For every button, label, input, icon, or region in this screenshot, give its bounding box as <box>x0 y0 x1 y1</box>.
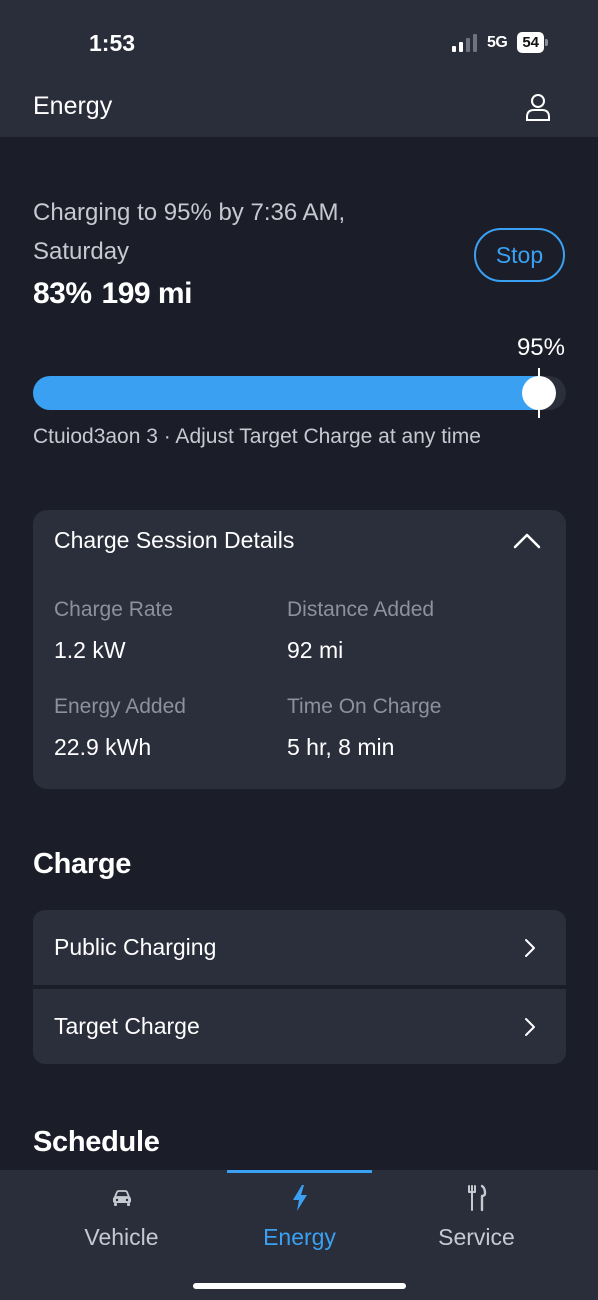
battery-level: 54 <box>517 32 544 53</box>
range-miles: 199 mi <box>101 277 193 310</box>
public-charging-row[interactable]: Public Charging <box>33 910 566 985</box>
slider-thumb[interactable] <box>522 376 556 410</box>
nav-service-label: Service <box>438 1224 515 1250</box>
lightning-icon <box>292 1185 307 1211</box>
charge-rate-value: 1.2 kW <box>54 637 126 663</box>
schedule-section-title: Schedule <box>33 1126 160 1158</box>
stop-charging-button[interactable]: Stop <box>474 228 565 282</box>
battery-icon: 54 <box>517 32 548 53</box>
nav-service[interactable]: Service <box>404 1170 549 1270</box>
network-type: 5G <box>486 33 508 51</box>
time-on-charge-label: Time On Charge <box>287 695 442 718</box>
energy-added-label: Energy Added <box>54 695 186 718</box>
nav-vehicle[interactable]: Vehicle <box>49 1170 194 1270</box>
top-panel: 1:53 5G 54 Energy <box>0 0 598 137</box>
energy-added-value: 22.9 kWh <box>54 734 152 760</box>
page-title: Energy <box>33 92 113 120</box>
nav-energy-label: Energy <box>263 1224 336 1250</box>
car-icon <box>112 1190 131 1206</box>
tools-icon <box>467 1184 486 1212</box>
distance-added-value: 92 mi <box>287 637 344 663</box>
charge-summary: 83% 199 mi <box>33 277 192 311</box>
charge-section-title: Charge <box>33 848 132 880</box>
bottom-nav: Vehicle Energy Service <box>0 1170 598 1300</box>
target-charge-slider[interactable] <box>33 368 566 418</box>
cellular-signal-icon <box>451 33 477 52</box>
charge-rate-label: Charge Rate <box>54 598 174 621</box>
chevron-right-icon <box>525 1018 535 1036</box>
target-charge-label: 95% <box>516 334 565 361</box>
charge-hint-text: Ctuiod3aon 3 · Adjust Target Charge at a… <box>33 425 481 448</box>
battery-percent: 83% <box>33 277 92 310</box>
home-indicator <box>193 1283 406 1289</box>
distance-added-label: Distance Added <box>287 598 435 621</box>
nav-energy[interactable]: Energy <box>227 1170 372 1270</box>
time-on-charge-value: 5 hr, 8 min <box>287 734 395 760</box>
slider-fill <box>33 376 539 410</box>
charging-status-text: Charging to 95% by 7:36 AM, Saturday <box>33 199 346 265</box>
details-title: Charge Session Details <box>54 527 295 553</box>
status-indicators: 5G 54 <box>451 32 548 53</box>
target-charge-row-label: Target Charge <box>54 1013 200 1039</box>
chevron-up-icon[interactable] <box>512 530 542 550</box>
public-charging-label: Public Charging <box>54 934 217 960</box>
person-icon[interactable] <box>525 93 551 121</box>
target-charge-row[interactable]: Target Charge <box>33 989 566 1064</box>
nav-vehicle-label: Vehicle <box>84 1224 159 1250</box>
charge-session-details-card: Charge Session Details Charge Rate 1.2 k… <box>33 510 566 789</box>
status-time: 1:53 <box>89 30 136 56</box>
chevron-right-icon <box>525 939 535 957</box>
